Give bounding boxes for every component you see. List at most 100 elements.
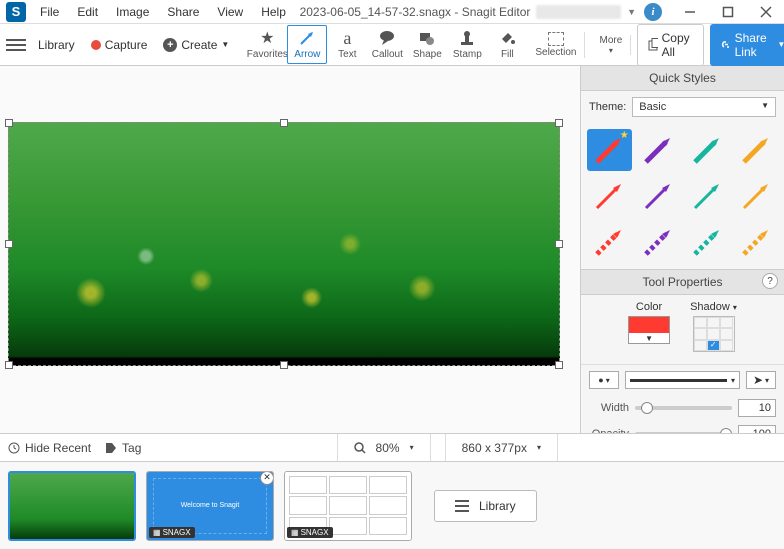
maximize-button[interactable]	[710, 0, 746, 24]
thumb-preview	[10, 473, 134, 539]
account-dropdown-icon[interactable]: ▼	[627, 7, 636, 17]
arrow-icon	[298, 28, 316, 48]
recent-tray: Welcome to Snagit ✕ ▦ SNAGX ▦ SNAGX Libr…	[0, 461, 784, 549]
chevron-down-icon: ▼	[221, 40, 229, 49]
library-button[interactable]: Library	[32, 35, 81, 55]
theme-row: Theme: Basic▼	[581, 91, 784, 123]
plus-icon: +	[163, 38, 177, 52]
width-row: Width 10	[581, 395, 784, 421]
minimize-button[interactable]	[672, 0, 708, 24]
create-button[interactable]: +Create▼	[157, 35, 235, 55]
quick-style-11[interactable]	[733, 221, 778, 263]
width-label: Width	[589, 402, 629, 414]
tool-properties-header: Tool Properties ?	[581, 269, 784, 295]
opacity-value[interactable]: 100	[738, 425, 776, 433]
quick-style-9[interactable]	[636, 221, 681, 263]
chevron-down-icon: ▼	[761, 101, 769, 113]
width-slider[interactable]	[635, 406, 732, 410]
copy-all-button[interactable]: Copy All	[637, 24, 704, 66]
quick-style-10[interactable]	[685, 221, 730, 263]
resize-handle-w[interactable]	[5, 240, 13, 248]
quick-style-2[interactable]	[685, 129, 730, 171]
tool-favorites[interactable]: ★Favorites	[247, 25, 287, 64]
tag-button[interactable]: Tag	[105, 441, 141, 455]
share-link-button[interactable]: Share Link▼	[710, 24, 784, 66]
shape-icon	[418, 28, 436, 48]
quick-style-1[interactable]	[636, 129, 681, 171]
fill-icon	[498, 28, 516, 48]
start-cap-picker[interactable]: ●▾	[589, 371, 619, 389]
tray-library-button[interactable]: Library	[434, 490, 537, 522]
quick-style-3[interactable]	[733, 129, 778, 171]
zoom-control[interactable]: 80%▾	[337, 434, 431, 461]
menu-view[interactable]: View	[209, 3, 251, 21]
hide-recent-button[interactable]: Hide Recent	[8, 441, 91, 455]
window-title: 2023-06-05_14-57-32.snagx - Snagit Edito…	[294, 5, 536, 19]
tray-thumb-2[interactable]: Welcome to Snagit ✕ ▦ SNAGX	[146, 471, 274, 541]
theme-select[interactable]: Basic▼	[632, 97, 776, 117]
hamburger-icon	[455, 500, 469, 512]
chevron-down-icon: ▾	[609, 46, 613, 55]
menu-file[interactable]: File	[32, 3, 67, 21]
link-icon	[720, 38, 728, 51]
tray-thumb-1[interactable]	[8, 471, 136, 541]
more-tools[interactable]: More▾	[591, 35, 631, 55]
resize-handle-s[interactable]	[280, 361, 288, 369]
color-picker[interactable]: ▼	[628, 316, 670, 344]
menu-image[interactable]: Image	[108, 3, 157, 21]
star-icon: ★	[260, 28, 274, 48]
statusbar: Hide Recent Tag 80%▾ 860 x 377px▾	[0, 433, 784, 461]
quick-style-7[interactable]	[733, 175, 778, 217]
resize-handle-se[interactable]	[555, 361, 563, 369]
quick-style-8[interactable]	[587, 221, 632, 263]
resize-handle-sw[interactable]	[5, 361, 13, 369]
resize-handle-ne[interactable]	[555, 119, 563, 127]
resize-handle-nw[interactable]	[5, 119, 13, 127]
opacity-row: Opacity 100	[581, 421, 784, 433]
quick-style-6[interactable]	[685, 175, 730, 217]
app-icon: S	[6, 2, 26, 22]
clock-icon	[8, 442, 20, 454]
resize-handle-e[interactable]	[555, 240, 563, 248]
quick-styles-grid	[581, 123, 784, 269]
dimensions-display[interactable]: 860 x 377px▾	[445, 434, 558, 461]
menu-help[interactable]: Help	[253, 3, 294, 21]
tool-text[interactable]: aText	[327, 25, 367, 64]
hamburger-icon[interactable]	[6, 39, 26, 51]
capture-button[interactable]: Capture	[85, 35, 154, 55]
quick-style-0[interactable]	[587, 129, 632, 171]
opacity-slider[interactable]	[635, 432, 732, 433]
tag-icon	[105, 442, 117, 454]
canvas-selection[interactable]	[8, 122, 560, 366]
close-button[interactable]	[748, 0, 784, 24]
record-dot-icon	[91, 40, 101, 50]
menu-edit[interactable]: Edit	[69, 3, 106, 21]
selection-tool[interactable]: Selection	[527, 32, 585, 58]
tool-shape[interactable]: Shape	[407, 25, 447, 64]
canvas-area[interactable]	[0, 66, 580, 433]
tool-fill[interactable]: Fill	[487, 25, 527, 64]
menu-share[interactable]: Share	[159, 3, 207, 21]
shadow-picker[interactable]	[693, 316, 735, 352]
theme-label: Theme:	[589, 101, 626, 113]
quick-style-4[interactable]	[587, 175, 632, 217]
toolbar: Library Capture +Create▼ ★Favorites Arro…	[0, 24, 784, 66]
help-icon[interactable]: ?	[762, 273, 778, 289]
line-style-picker[interactable]: ▾	[625, 371, 740, 389]
selection-rect-icon	[548, 32, 564, 46]
width-value[interactable]: 10	[738, 399, 776, 417]
text-icon: a	[343, 28, 351, 48]
tool-stamp[interactable]: Stamp	[447, 25, 487, 64]
tool-callout[interactable]: Callout	[367, 25, 407, 64]
info-icon[interactable]: i	[644, 3, 662, 21]
tray-thumb-3[interactable]: ▦ SNAGX	[284, 471, 412, 541]
quick-style-5[interactable]	[636, 175, 681, 217]
right-panel: Quick Styles Theme: Basic▼ Tool Properti…	[580, 66, 784, 433]
end-cap-picker[interactable]: ➤▾	[746, 371, 776, 389]
file-badge: ▦ SNAGX	[149, 527, 195, 538]
resize-handle-n[interactable]	[280, 119, 288, 127]
menu-bar: File Edit Image Share View Help	[32, 3, 294, 21]
chevron-down-icon: ▾	[410, 443, 414, 452]
close-icon[interactable]: ✕	[260, 471, 274, 485]
tool-arrow[interactable]: Arrow	[287, 25, 327, 64]
